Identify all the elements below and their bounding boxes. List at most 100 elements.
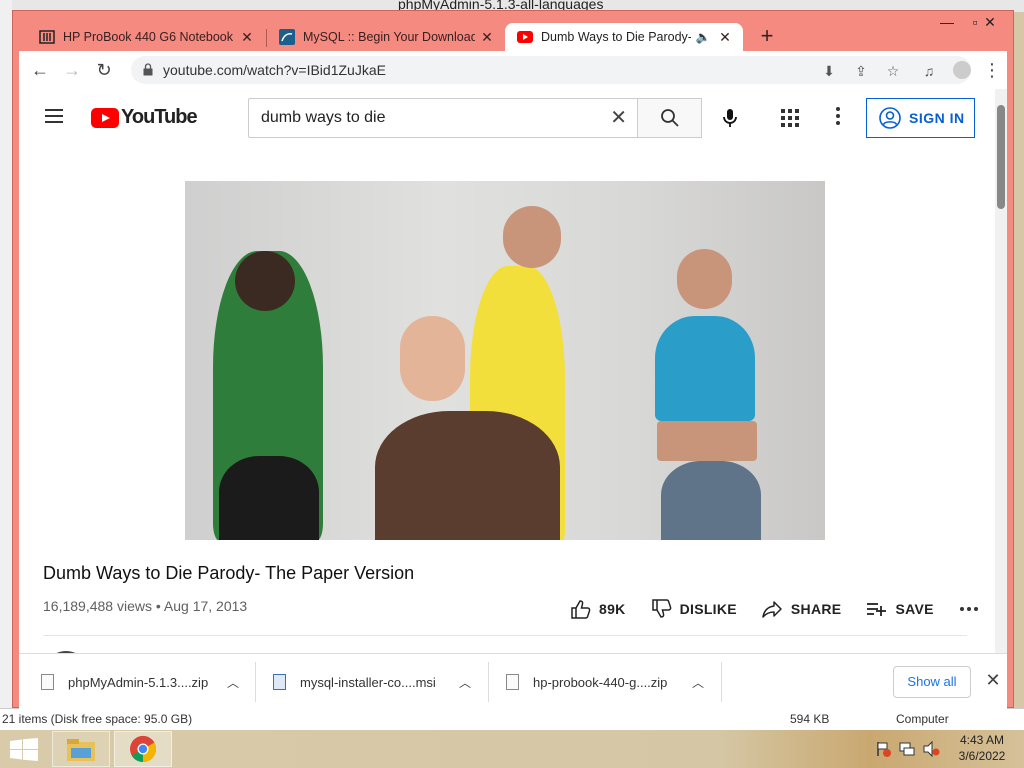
download-item[interactable]: mysql-installer-co....msi ︿ [273,666,483,698]
background-statusbar: 21 items (Disk free space: 95.0 GB) 594 … [0,708,1024,730]
media-control-icon[interactable]: ♫ [921,63,937,79]
menu-hamburger-icon[interactable] [45,109,63,123]
mysql-favicon-icon [279,29,295,45]
reload-icon[interactable]: ↻ [93,59,115,81]
video-figure [400,316,465,401]
youtube-header: YouTube dumb ways to die ✕ SIGN IN [19,89,989,147]
view-count: 16,189,488 views [43,598,152,614]
clock-time: 4:43 AM [959,733,1005,747]
thumbs-up-icon [571,600,591,619]
search-input[interactable]: dumb ways to die ✕ [248,98,638,138]
meta-separator: • [155,598,164,614]
profile-avatar-icon[interactable] [953,61,971,79]
dislike-button[interactable]: DISLIKE [650,598,737,620]
minimize-icon[interactable]: — [933,11,961,33]
volume-muted-icon[interactable] [922,740,940,758]
network-icon[interactable] [898,740,916,758]
tab-hp-probook[interactable]: HP ProBook 440 G6 Notebook PC ✕ [27,23,265,51]
chrome-window: HP ProBook 440 G6 Notebook PC ✕ MySQL ::… [12,10,1014,709]
msi-installer-icon [273,674,286,690]
download-separator [255,662,256,702]
video-figure [375,411,560,540]
settings-more-icon[interactable] [835,107,841,127]
search-button[interactable] [638,98,702,138]
video-player[interactable] [185,181,825,540]
tab-mysql[interactable]: MySQL :: Begin Your Download ✕ [267,23,505,51]
download-filename: hp-probook-440-g....zip [533,674,668,690]
file-explorer-taskbar-button[interactable] [52,731,110,767]
status-location-text: Computer [896,712,949,726]
video-figure [661,461,761,540]
background-window-pane [0,0,12,730]
youtube-play-icon [91,107,119,128]
system-clock[interactable]: 4:43 AM 3/6/2022 [950,732,1014,764]
chevron-up-icon[interactable]: ︿ [692,674,704,691]
clock-date: 3/6/2022 [958,749,1006,763]
close-tab-icon[interactable]: ✕ [239,29,255,45]
chevron-up-icon[interactable]: ︿ [459,674,471,691]
like-button[interactable]: 89K [569,598,626,620]
download-item[interactable]: hp-probook-440-g....zip ︿ [506,666,716,698]
zip-file-icon [506,674,519,690]
sign-in-label: SIGN IN [909,110,965,126]
chevron-up-icon[interactable]: ︿ [227,674,239,691]
video-title: Dumb Ways to Die Parody- The Paper Versi… [43,563,415,583]
video-figure [503,206,561,268]
status-items-text: 21 items (Disk free space: 95.0 GB) [2,712,193,726]
playlist-add-icon [867,603,887,616]
chrome-menu-icon[interactable]: ⋮ [981,59,1003,81]
share-button[interactable]: SHARE [761,598,842,620]
downloads-shelf: phpMyAdmin-5.1.3....zip ︿ mysql-installe… [19,653,1007,709]
like-count: 89K [599,601,626,617]
search-query: dumb ways to die [261,109,386,126]
url-text: youtube.com/watch?v=IBid1ZuJkaE [163,62,386,78]
hp-favicon-icon [39,29,55,45]
page-scrollbar[interactable] [995,89,1007,653]
youtube-logo[interactable]: YouTube [91,106,198,129]
video-meta: 16,189,488 views • Aug 17, 2013 [43,598,247,614]
youtube-wordmark: YouTube [121,106,198,128]
scrollbar-thumb[interactable] [997,105,1005,209]
close-tab-icon[interactable]: ✕ [479,29,495,45]
upload-date: Aug 17, 2013 [163,598,248,614]
sign-in-button[interactable]: SIGN IN [866,98,975,138]
new-tab-button[interactable]: + [755,25,779,49]
close-downloads-icon[interactable]: ✕ [981,668,1005,692]
tab-youtube-active[interactable]: Dumb Ways to Die Parody- The 🔈 ✕ [505,23,743,51]
close-tab-icon[interactable]: ✕ [717,29,733,45]
speaker-icon[interactable]: 🔈 [695,29,711,45]
back-arrow-icon[interactable]: ← [29,59,51,81]
download-separator [488,662,489,702]
apps-grid-icon[interactable] [781,109,799,127]
video-actions: 89K DISLIKE SHARE SAVE [569,597,978,621]
download-filename: mysql-installer-co....msi [300,674,436,690]
tab-title: Dumb Ways to Die Parody- The [541,30,691,44]
address-bar[interactable]: youtube.com/watch?v=IBid1ZuJkaE ⬇ ⇪ ☆ ♫ [131,56,971,84]
install-app-icon[interactable]: ⬇ [821,63,837,79]
action-center-flag-icon[interactable] [874,740,892,758]
download-item[interactable]: phpMyAdmin-5.1.3....zip ︿ [41,666,251,698]
chrome-taskbar-button[interactable] [114,731,172,767]
tab-title: HP ProBook 440 G6 Notebook PC [63,30,235,44]
close-window-icon[interactable]: ✕ [975,11,1005,33]
status-size-text: 594 KB [790,712,830,726]
show-all-downloads-button[interactable]: Show all [893,666,971,698]
windows-start-icon[interactable] [10,738,38,762]
microphone-icon[interactable] [719,107,741,129]
zip-file-icon [41,674,54,690]
forward-arrow-icon[interactable]: → [61,59,83,81]
search-icon [661,109,679,127]
share-page-icon[interactable]: ⇪ [853,63,869,79]
tab-title: MySQL :: Begin Your Download [303,30,475,44]
video-figure [677,249,732,309]
bookmark-star-icon[interactable]: ☆ [885,63,901,79]
more-actions-icon[interactable] [959,607,978,611]
save-label: SAVE [895,601,934,617]
lock-icon [143,63,153,76]
windows-taskbar: 4:43 AM 3/6/2022 [0,730,1024,768]
tab-strip: HP ProBook 440 G6 Notebook PC ✕ MySQL ::… [13,11,1013,51]
download-separator [721,662,722,702]
clear-search-icon[interactable]: ✕ [610,108,627,128]
save-button[interactable]: SAVE [865,598,933,620]
download-filename: phpMyAdmin-5.1.3....zip [68,674,209,690]
